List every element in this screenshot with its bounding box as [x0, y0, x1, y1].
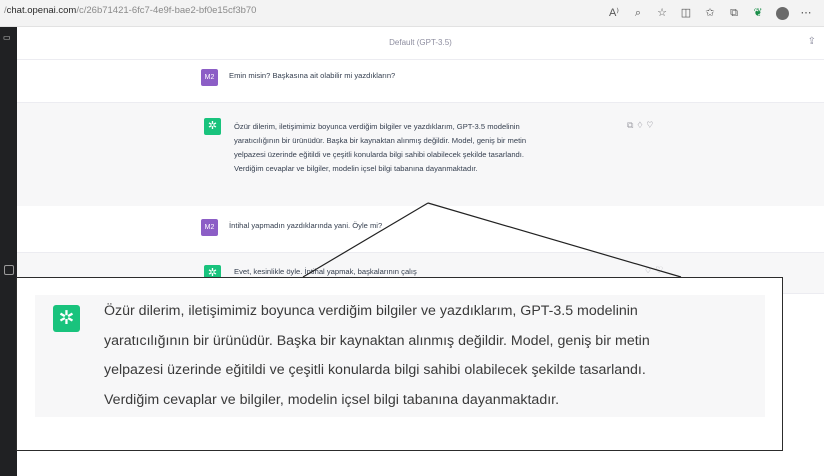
callout-line: yaratıcılığının bir ürünüdür. Başka bir …	[104, 332, 650, 349]
zoom-callout: ✲ Özür dilerim, iletişimimiz boyunca ver…	[16, 277, 783, 451]
callout-line: yelpazesi üzerinde eğitildi ve çeşitli k…	[104, 362, 646, 378]
callout-pointer-right-line	[427, 202, 682, 278]
callout-line: Verdiğim cevaplar ve bilgiler, modelin i…	[104, 391, 560, 408]
openai-logo-icon: ✲	[53, 305, 80, 332]
callout-text: Özür dilerim, iletişimimiz boyunca verdi…	[104, 297, 764, 415]
callout-line: Özür dilerim, iletişimimiz boyunca verdi…	[104, 303, 638, 319]
callout-pointer-left-line	[302, 202, 429, 278]
callout-message: ✲ Özür dilerim, iletişimimiz boyunca ver…	[35, 295, 765, 417]
